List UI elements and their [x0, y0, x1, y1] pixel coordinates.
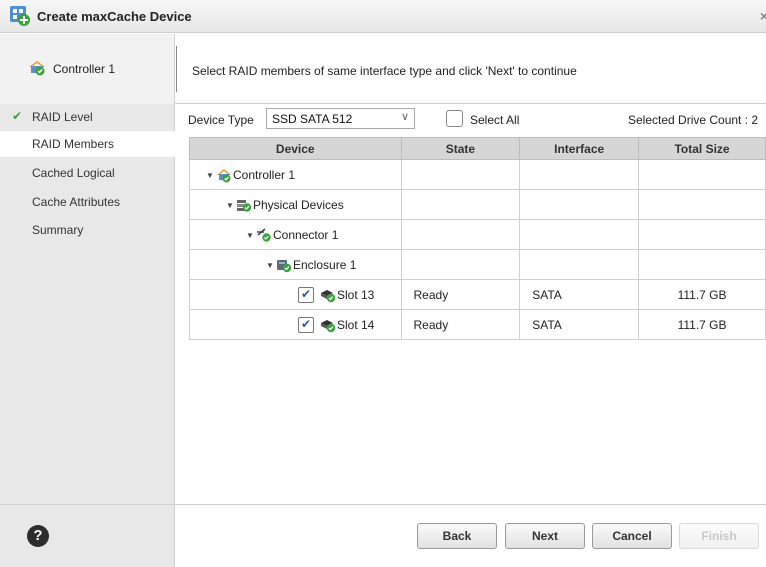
- header-controller-panel: Controller 1: [0, 34, 175, 104]
- step-label: Summary: [32, 223, 84, 237]
- title-bar: Create maxCache Device ×: [0, 0, 766, 33]
- step-label: Cache Attributes: [32, 195, 121, 209]
- step-cached-logical[interactable]: Cached Logical: [0, 160, 175, 186]
- step-label: Cached Logical: [32, 166, 115, 180]
- column-header-device[interactable]: Device: [189, 137, 402, 160]
- column-header-state[interactable]: State: [400, 137, 521, 160]
- step-label: RAID Level: [32, 110, 93, 124]
- tree-cell: Slot 14: [189, 309, 402, 340]
- interface-cell: [519, 159, 640, 190]
- selected-drive-count: Selected Drive Count : 2: [628, 113, 759, 127]
- connector-icon: [257, 228, 271, 242]
- step-cache-attributes[interactable]: Cache Attributes: [0, 189, 175, 215]
- column-header-interface[interactable]: Interface: [519, 137, 640, 160]
- tree-node-label: Slot 14: [337, 318, 375, 332]
- window-title: Create maxCache Device: [37, 9, 192, 24]
- table-header-row: Device State Interface Total Size: [189, 137, 766, 160]
- back-button[interactable]: Back: [417, 523, 497, 549]
- select-all-label[interactable]: Select All: [470, 113, 519, 127]
- step-summary[interactable]: Summary: [0, 217, 175, 243]
- tree-cell: ▼ Enclosure 1: [189, 249, 402, 280]
- instruction-text: Select RAID members of same interface ty…: [192, 64, 577, 78]
- size-cell: [638, 249, 766, 280]
- step-raid-level[interactable]: ✔ RAID Level: [0, 104, 175, 130]
- interface-cell: [519, 249, 640, 280]
- header-controller-label: Controller 1: [53, 62, 116, 76]
- state-cell: [400, 219, 521, 250]
- tree-node-label: Slot 13: [337, 288, 375, 302]
- create-device-icon: [10, 6, 30, 26]
- controller-icon: [217, 169, 231, 183]
- physical-devices-icon: [237, 200, 252, 212]
- table-row[interactable]: ▼ Enclosure 1: [189, 249, 766, 280]
- interface-cell: [519, 219, 640, 250]
- completed-check-icon: ✔: [12, 109, 23, 123]
- tree-cell: ▼ Controller 1: [189, 159, 402, 190]
- drive-tree-table: Device State Interface Total Size ▼ Cont…: [189, 137, 766, 340]
- state-cell: [400, 249, 521, 280]
- chevron-down-icon: ∨: [400, 111, 409, 123]
- device-type-select[interactable]: SSD SATA 512 ∨: [266, 108, 415, 129]
- device-type-value: SSD SATA 512: [272, 112, 353, 126]
- interface-cell: [519, 189, 640, 220]
- wizard-steps-sidebar: ✔ RAID Level RAID Members Cached Logical…: [0, 104, 175, 504]
- controller-icon: [29, 61, 45, 76]
- enclosure-icon: [277, 260, 292, 273]
- tree-cell: ▼ Connector 1: [189, 219, 402, 250]
- interface-cell: SATA: [519, 279, 640, 310]
- state-cell: [400, 159, 521, 190]
- footer-left-panel: ?: [0, 505, 175, 567]
- help-icon[interactable]: ?: [27, 525, 49, 547]
- table-row[interactable]: Slot 14 Ready SATA 111.7 GB: [189, 309, 766, 340]
- cancel-button[interactable]: Cancel: [592, 523, 672, 549]
- tree-node-label: Enclosure 1: [293, 258, 357, 272]
- interface-cell: SATA: [519, 309, 640, 340]
- tree-cell: ▼ Physical Devices: [189, 189, 402, 220]
- wizard-footer: ? Back Next Cancel Finish: [0, 504, 766, 567]
- state-cell: Ready: [400, 279, 521, 310]
- table-row[interactable]: ▼ Connector 1: [189, 219, 766, 250]
- tree-cell: Slot 13: [189, 279, 402, 310]
- close-icon[interactable]: ×: [760, 8, 766, 24]
- state-cell: Ready: [400, 309, 521, 340]
- main-panel: Device Type SSD SATA 512 ∨ Select All Se…: [176, 104, 766, 504]
- header-divider: [176, 46, 177, 92]
- step-label: RAID Members: [32, 137, 115, 151]
- tree-node-label: Connector 1: [273, 228, 339, 242]
- step-raid-members[interactable]: RAID Members: [0, 131, 175, 157]
- size-cell: [638, 219, 766, 250]
- select-all-checkbox[interactable]: [446, 110, 463, 127]
- expand-caret-icon[interactable]: ▼: [206, 171, 216, 180]
- state-cell: [400, 189, 521, 220]
- table-row[interactable]: Slot 13 Ready SATA 111.7 GB: [189, 279, 766, 310]
- next-button[interactable]: Next: [505, 523, 585, 549]
- finish-button[interactable]: Finish: [679, 523, 759, 549]
- drive-checkbox[interactable]: [298, 287, 314, 303]
- size-cell: [638, 189, 766, 220]
- tree-node-label: Physical Devices: [253, 198, 344, 212]
- drive-icon: [321, 320, 336, 333]
- table-row[interactable]: ▼ Physical Devices: [189, 189, 766, 220]
- size-cell: [638, 159, 766, 190]
- expand-caret-icon[interactable]: ▼: [266, 261, 276, 270]
- column-header-total-size[interactable]: Total Size: [638, 137, 766, 160]
- size-cell: 111.7 GB: [638, 279, 766, 310]
- table-row[interactable]: ▼ Controller 1: [189, 159, 766, 190]
- drive-icon: [321, 290, 336, 303]
- tree-node-label: Controller 1: [233, 168, 296, 182]
- device-type-label: Device Type: [188, 113, 254, 127]
- expand-caret-icon[interactable]: ▼: [246, 231, 256, 240]
- wizard-header: Controller 1 Select RAID members of same…: [0, 34, 766, 104]
- expand-caret-icon[interactable]: ▼: [226, 201, 236, 210]
- size-cell: 111.7 GB: [638, 309, 766, 340]
- drive-checkbox[interactable]: [298, 317, 314, 333]
